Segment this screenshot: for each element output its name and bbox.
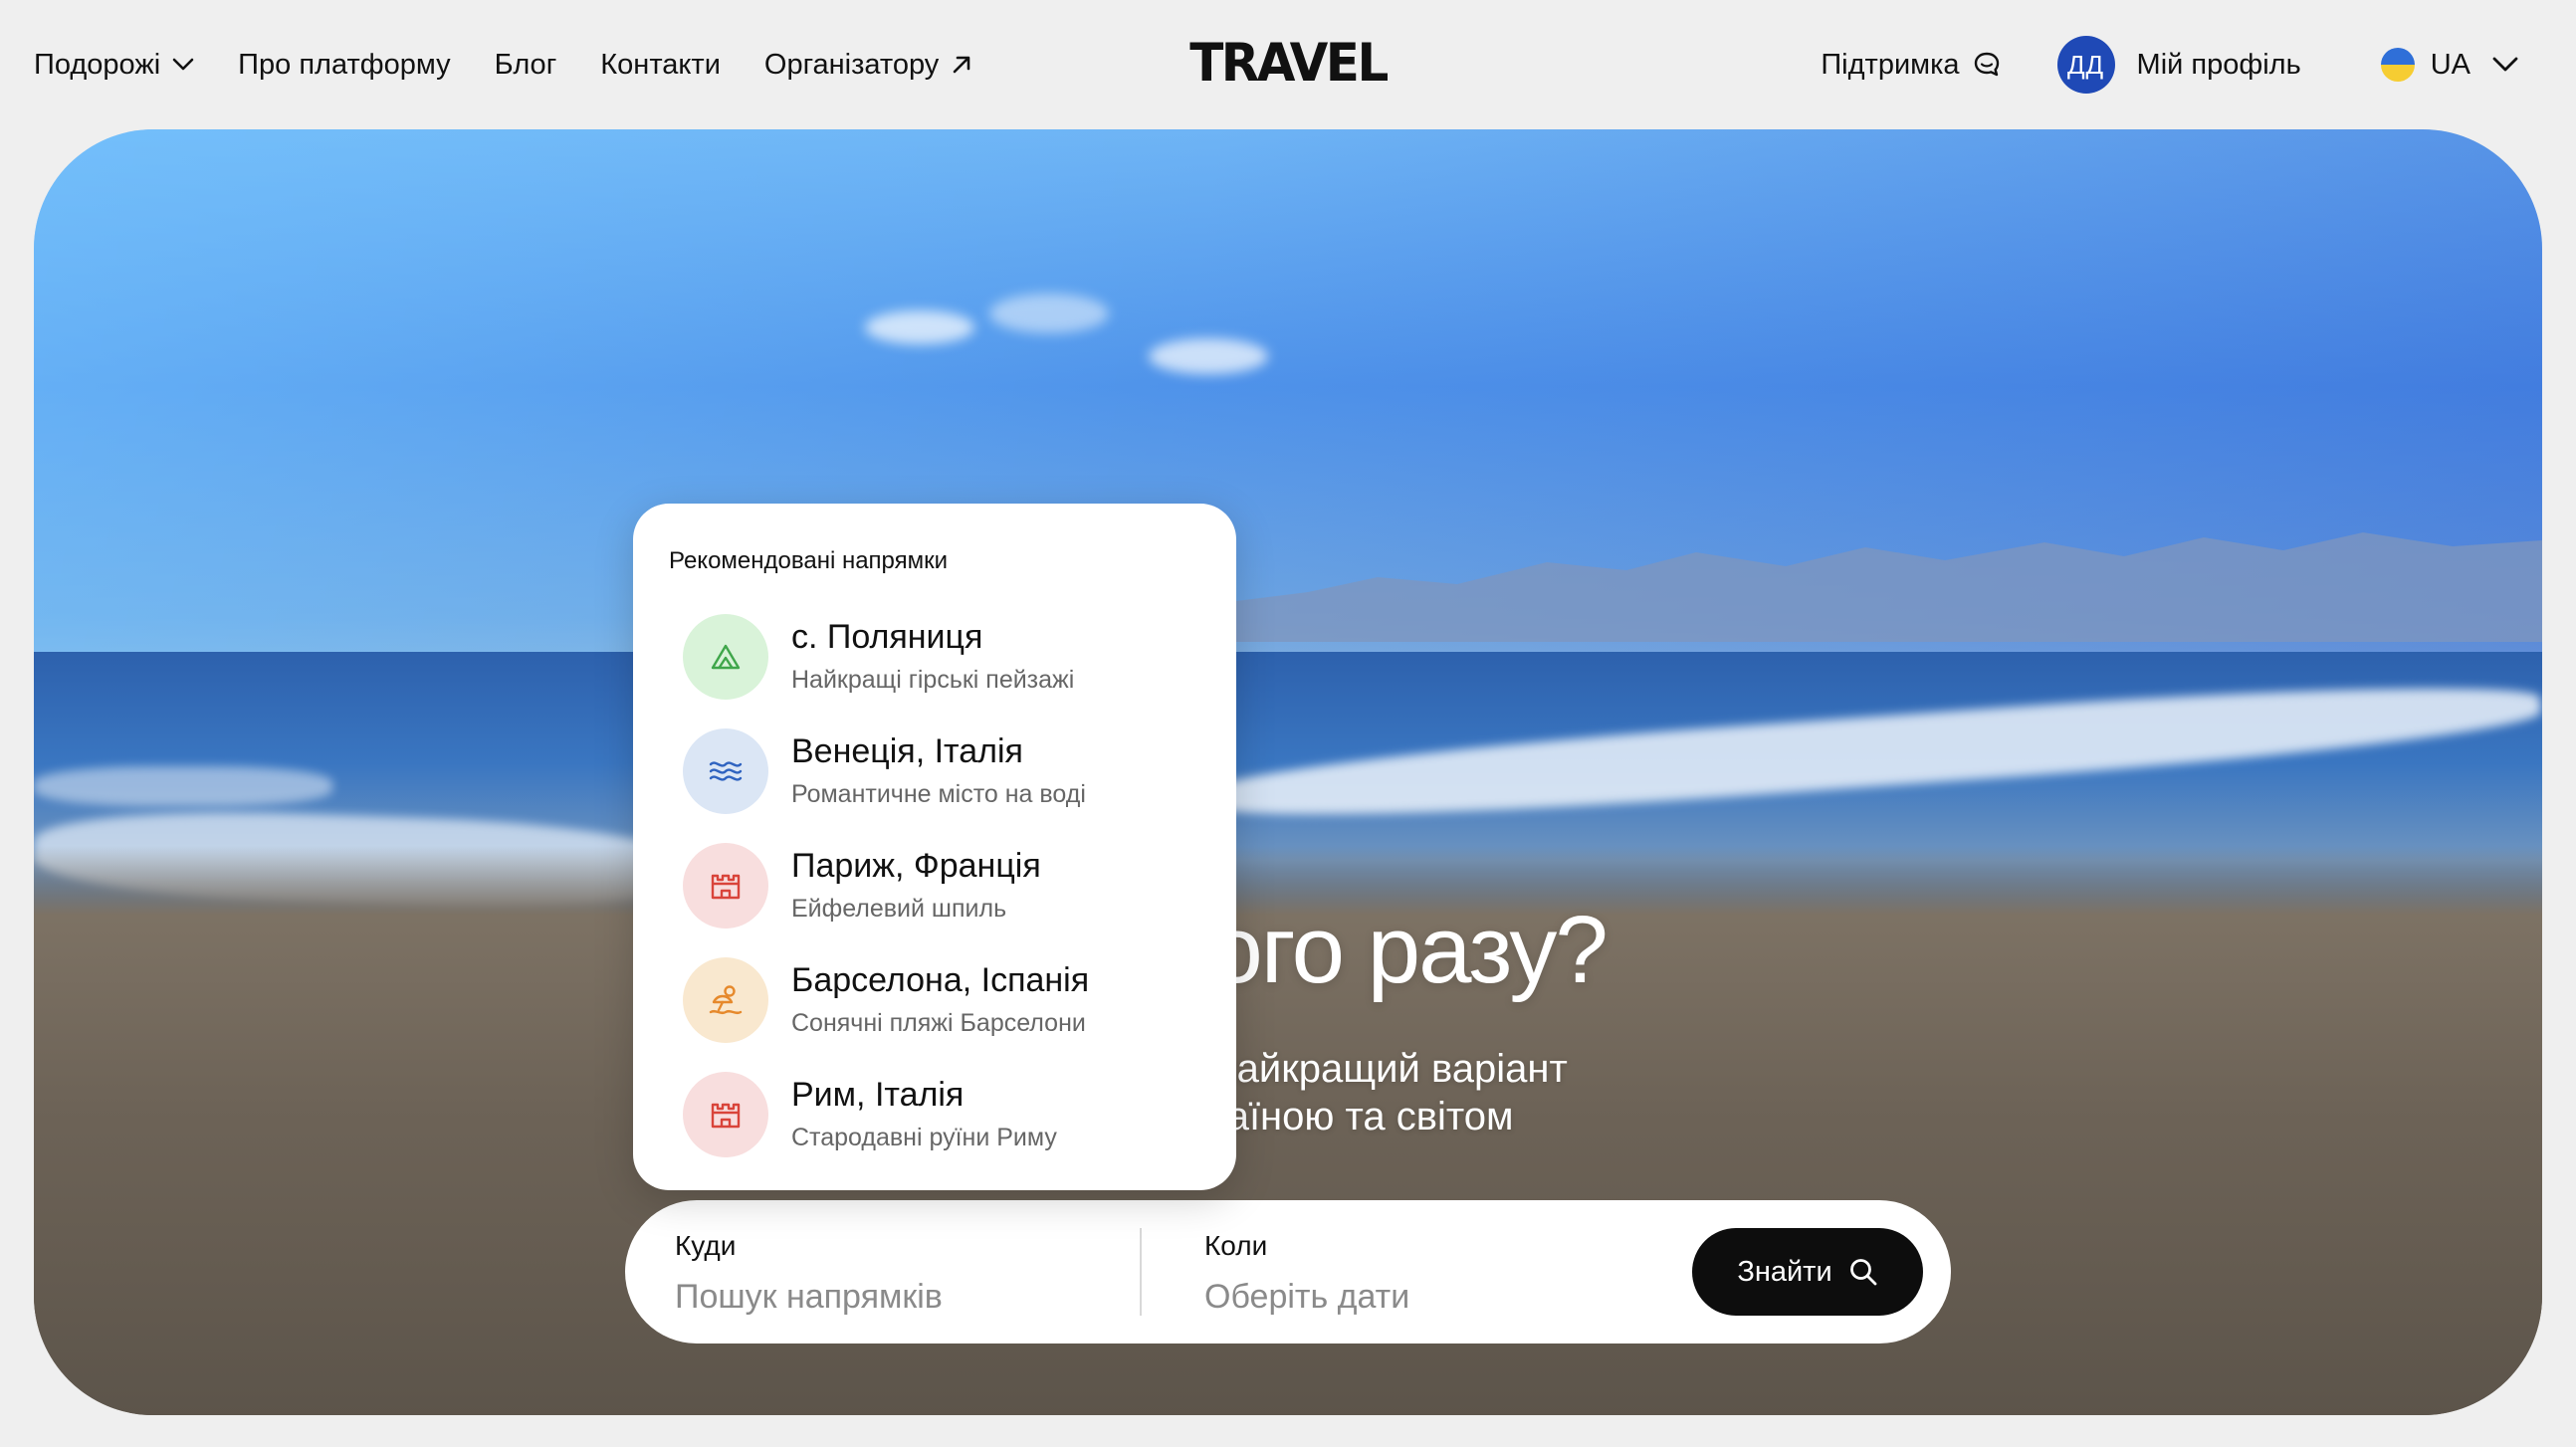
- destination-description: Сонячні пляжі Барселони: [791, 1009, 1086, 1037]
- recommended-destinations-dropdown: Рекомендовані напрямки с. Поляниця Найкр…: [633, 504, 1236, 1190]
- cloud: [1149, 338, 1268, 374]
- chevron-down-icon: [2492, 57, 2518, 72]
- destination-name: Венеція, Італія: [791, 732, 1023, 770]
- nav-organizer-label: Організатору: [763, 48, 940, 81]
- arrow-up-right-icon: [953, 56, 970, 74]
- destination-name: Барселона, Іспанія: [791, 961, 1090, 999]
- destination-item[interactable]: Рим, Італія Стародавні руїни Риму: [683, 1072, 1200, 1171]
- support-label: Підтримка: [1821, 48, 1960, 81]
- support-link[interactable]: Підтримка: [1821, 49, 2001, 82]
- profile-label: Мій профіль: [2136, 48, 2301, 81]
- destination-name: Рим, Італія: [791, 1076, 965, 1114]
- dropdown-title: Рекомендовані напрямки: [669, 547, 949, 574]
- destination-description: Романтичне місто на воді: [791, 780, 1086, 808]
- destination-search-input[interactable]: [675, 1274, 1113, 1320]
- hero-subtitle-line: турів Україною та світом: [1062, 1095, 1514, 1138]
- destination-item[interactable]: Барселона, Іспанія Сонячні пляжі Барсело…: [683, 957, 1200, 1057]
- destination-item[interactable]: Париж, Франція Ейфелевий шпиль: [683, 843, 1200, 942]
- chat-bubble-icon: [1974, 52, 1999, 77]
- language-label: UA: [2430, 48, 2470, 81]
- hero-subtitle-line: е шукаємо найкращий варіант: [1008, 1047, 1568, 1091]
- main-nav: Подорожі Про платформу Блог Контакти Орг…: [34, 0, 1016, 129]
- when-label: Коли: [1204, 1230, 1268, 1261]
- language-selector[interactable]: UA: [2380, 48, 2518, 82]
- where-label: Куди: [675, 1230, 737, 1261]
- search-divider: [1140, 1228, 1142, 1316]
- profile-link[interactable]: ДД Мій профіль: [2056, 36, 2301, 94]
- nav-about[interactable]: Про платформу: [238, 49, 450, 82]
- cloud: [865, 310, 974, 344]
- search-bar: Куди Коли Знайти: [625, 1200, 1951, 1344]
- nav-trips[interactable]: Подорожі: [34, 49, 194, 82]
- nav-contacts-label: Контакти: [600, 48, 721, 81]
- destination-description: Найкращі гірські пейзажі: [791, 666, 1075, 694]
- destination-description: Стародавні руїни Риму: [791, 1124, 1057, 1151]
- wave-foam: [34, 766, 332, 806]
- dates-input[interactable]: [1204, 1274, 1622, 1320]
- nav-blog[interactable]: Блог: [495, 49, 557, 82]
- chevron-down-icon: [172, 58, 194, 71]
- find-button-label: Знайти: [1737, 1255, 1832, 1288]
- avatar: ДД: [2056, 36, 2115, 94]
- nav-organizer[interactable]: Організатору: [764, 49, 972, 82]
- find-button[interactable]: Знайти: [1692, 1228, 1923, 1316]
- top-header: Подорожі Про платформу Блог Контакти Орг…: [0, 0, 2576, 129]
- beach-icon: [683, 957, 768, 1043]
- nav-blog-label: Блог: [494, 48, 557, 81]
- cloud: [989, 294, 1109, 333]
- destination-name: с. Поляниця: [791, 618, 983, 656]
- nav-about-label: Про платформу: [238, 48, 451, 81]
- castle-icon: [683, 843, 768, 929]
- destination-description: Ейфелевий шпиль: [791, 895, 1007, 923]
- castle-icon: [683, 1072, 768, 1157]
- nav-trips-label: Подорожі: [34, 48, 161, 81]
- waves-icon: [683, 728, 768, 814]
- mountain-icon: [683, 614, 768, 700]
- destination-item[interactable]: Венеція, Італія Романтичне місто на воді: [683, 728, 1200, 828]
- ukraine-flag-icon: [2380, 48, 2415, 82]
- destination-item[interactable]: с. Поляниця Найкращі гірські пейзажі: [683, 614, 1200, 714]
- hero-title: мо цього разу?: [969, 897, 1608, 1003]
- travel-logo[interactable]: TRAVEL: [1184, 35, 1392, 92]
- destination-name: Париж, Франція: [791, 847, 1041, 885]
- mountains-background: [1228, 532, 2542, 642]
- nav-contacts[interactable]: Контакти: [600, 49, 721, 82]
- hero-subtitle: е шукаємо найкращий варіант турів Україн…: [34, 1045, 2542, 1140]
- search-icon: [1849, 1259, 1877, 1286]
- user-nav: Підтримка ДД Мій профіль UA: [1821, 0, 2518, 129]
